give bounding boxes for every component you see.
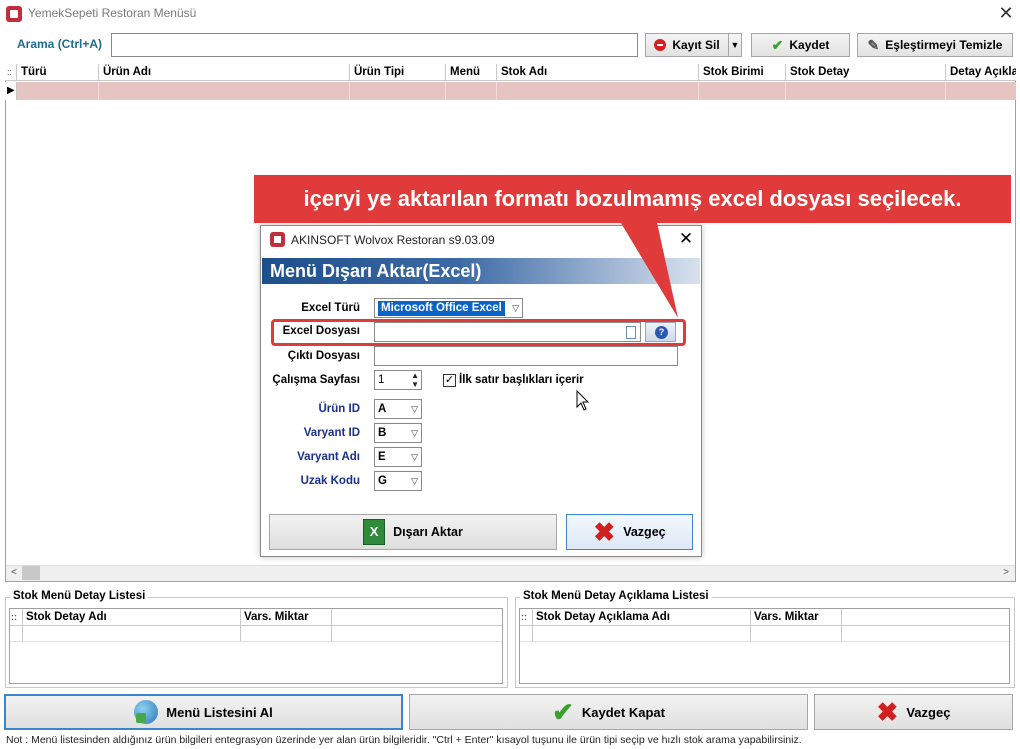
desc-list-grid[interactable]: :: Stok Detay Açıklama Adı Vars. Miktar — [519, 608, 1010, 684]
cell[interactable] — [17, 82, 99, 100]
app-icon — [270, 232, 285, 247]
col-turu[interactable]: Türü — [17, 64, 99, 81]
grid-handle[interactable]: :: — [520, 609, 533, 625]
delete-record-button[interactable]: Kayıt Sil — [645, 33, 729, 57]
cell[interactable] — [446, 82, 497, 100]
chevron-down-icon: ▽ — [411, 476, 418, 486]
check-icon: ✔ — [771, 37, 784, 53]
grid-handle[interactable]: :: — [5, 64, 17, 80]
callout-pointer — [618, 218, 678, 318]
col-stok-detay-adi[interactable]: Stok Detay Adı — [23, 609, 241, 625]
cancel-button[interactable]: ✖ Vazgeç — [814, 694, 1013, 730]
save-button[interactable]: ✔ Kaydet — [751, 33, 850, 57]
col-vars-miktar[interactable]: Vars. Miktar — [241, 609, 332, 625]
app-icon — [6, 6, 22, 22]
header-row-label: İlk satır başlıkları içerir — [459, 374, 584, 386]
footer-note: Not : Menü listesinden aldığınız ürün bi… — [6, 734, 802, 746]
check-icon: ✔ — [552, 697, 574, 727]
instruction-callout: içeryi ye aktarılan formatı bozulmamış e… — [254, 175, 1011, 223]
dialog-title: AKINSOFT Wolvox Restoran s9.03.09 — [291, 233, 495, 247]
table-row[interactable]: ▶ — [5, 82, 1016, 100]
scroll-right-button[interactable]: > — [998, 565, 1014, 581]
col-vars-miktar[interactable]: Vars. Miktar — [751, 609, 842, 625]
close-icon: ✖ — [593, 517, 616, 547]
detail-list-header: :: Stok Detay Adı Vars. Miktar — [10, 609, 502, 626]
worksheet-label: Çalışma Sayfası — [272, 374, 360, 386]
chevron-down-icon: ▽ — [411, 452, 418, 462]
chevron-down-icon: ▽ — [512, 303, 519, 313]
desc-list-header: :: Stok Detay Açıklama Adı Vars. Miktar — [520, 609, 1009, 626]
excel-type-label: Excel Türü — [301, 302, 360, 314]
remote-code-select[interactable]: G ▽ — [374, 471, 422, 491]
col-stok-adi[interactable]: Stok Adı — [497, 64, 699, 81]
detail-list-grid[interactable]: :: Stok Detay Adı Vars. Miktar — [9, 608, 503, 684]
col-stok-birimi[interactable]: Stok Birimi — [699, 64, 786, 81]
dialog-cancel-button[interactable]: ✖ Vazgeç — [566, 514, 693, 550]
remote-code-label: Uzak Kodu — [300, 475, 360, 487]
menu-grid-header: :: Türü Ürün Adı Ürün Tipi Menü Stok Adı… — [5, 64, 1016, 81]
search-label: Arama (Ctrl+A) — [17, 37, 103, 51]
search-input[interactable] — [111, 33, 638, 57]
globe-icon — [134, 700, 159, 724]
variant-name-select[interactable]: E ▽ — [374, 447, 422, 467]
table-row[interactable] — [10, 626, 502, 642]
variant-name-label: Varyant Adı — [297, 451, 360, 463]
cell[interactable] — [946, 82, 1016, 100]
header-row-checkbox[interactable]: ✓ — [443, 374, 456, 387]
col-stok-detay[interactable]: Stok Detay — [786, 64, 946, 81]
cell[interactable] — [786, 82, 946, 100]
excel-icon: X — [363, 519, 386, 545]
cell[interactable] — [699, 82, 786, 100]
variant-id-select[interactable]: B ▽ — [374, 423, 422, 443]
spin-icon[interactable]: ▲ ▼ — [411, 371, 419, 389]
close-icon: ✖ — [876, 697, 899, 727]
row-indicator: ▶ — [5, 82, 17, 100]
save-close-button[interactable]: ✔ Kaydet Kapat — [409, 694, 808, 730]
stop-icon — [654, 39, 667, 51]
scroll-left-button[interactable]: < — [6, 565, 22, 581]
highlight-box — [271, 319, 686, 346]
scroll-thumb[interactable] — [22, 566, 40, 580]
excel-type-select[interactable]: Microsoft Office Excel ▽ — [374, 298, 523, 318]
cell[interactable] — [497, 82, 699, 100]
col-urun-tipi[interactable]: Ürün Tipi — [350, 64, 446, 81]
export-button[interactable]: X Dışarı Aktar — [269, 514, 557, 550]
excel-type-value: Microsoft Office Excel — [378, 301, 505, 316]
desc-list-title: Stok Menü Detay Açıklama Listesi — [520, 590, 712, 602]
mouse-cursor-icon — [576, 390, 590, 411]
delete-record-dropdown-button[interactable]: ▼ — [728, 33, 742, 57]
cell[interactable] — [350, 82, 446, 100]
eraser-icon: ✎ — [867, 37, 880, 53]
col-urun-adi[interactable]: Ürün Adı — [99, 64, 350, 81]
product-id-label: Ürün ID — [318, 403, 360, 415]
product-id-select[interactable]: A ▽ — [374, 399, 422, 419]
window-close-button[interactable]: ✕ — [996, 2, 1016, 24]
get-menu-list-button[interactable]: Menü Listesini Al — [4, 694, 403, 730]
chevron-down-icon: ▽ — [411, 404, 418, 414]
horizontal-scrollbar[interactable] — [6, 565, 1015, 581]
window-title: YemekSepeti Restoran Menüsü — [28, 6, 197, 20]
table-row[interactable] — [520, 626, 1009, 642]
output-file-input[interactable] — [374, 346, 678, 366]
col-detay-aciklama[interactable]: Detay Açıkla — [946, 64, 1016, 81]
output-file-label: Çıktı Dosyası — [287, 350, 360, 362]
variant-id-label: Varyant ID — [303, 427, 360, 439]
clear-matching-button[interactable]: ✎ Eşleştirmeyi Temizle — [857, 33, 1013, 57]
worksheet-stepper[interactable]: 1 ▲ ▼ — [374, 370, 422, 390]
detail-list-title: Stok Menü Detay Listesi — [10, 590, 149, 602]
col-stok-detay-aciklama-adi[interactable]: Stok Detay Açıklama Adı — [533, 609, 751, 625]
chevron-down-icon: ▽ — [411, 428, 418, 438]
cell[interactable] — [99, 82, 350, 100]
col-menu[interactable]: Menü — [446, 64, 497, 81]
grid-handle[interactable]: :: — [10, 609, 23, 625]
